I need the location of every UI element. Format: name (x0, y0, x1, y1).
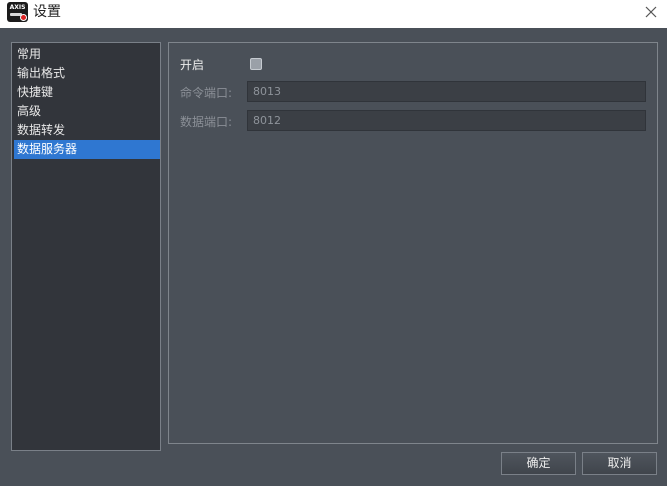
data-server-settings-panel: 开启 命令端口: 8013 数据端口: 8012 (168, 42, 658, 444)
cancel-button[interactable]: 取消 (582, 452, 657, 475)
data-port-input[interactable]: 8012 (247, 110, 646, 131)
command-port-label: 命令端口: (180, 86, 233, 100)
enable-label: 开启 (180, 58, 205, 72)
command-port-input[interactable]: 8013 (247, 81, 646, 102)
nav-item-general[interactable]: 常用 (14, 45, 160, 64)
nav-item-data-server[interactable]: 数据服务器 (14, 140, 160, 159)
nav-item-shortcuts[interactable]: 快捷键 (14, 83, 160, 102)
close-icon[interactable] (643, 4, 659, 20)
nav-item-data-forwarding[interactable]: 数据转发 (14, 121, 160, 140)
data-port-label: 数据端口: (180, 115, 233, 129)
settings-category-list: 常用 输出格式 快捷键 高级 数据转发 数据服务器 (11, 42, 161, 451)
title-bar: AXIS 设置 (0, 0, 667, 28)
ok-button[interactable]: 确定 (501, 452, 576, 475)
enable-checkbox[interactable] (250, 58, 262, 70)
nav-item-output-format[interactable]: 输出格式 (14, 64, 160, 83)
app-logo-icon: AXIS (7, 2, 28, 22)
nav-item-advanced[interactable]: 高级 (14, 102, 160, 121)
window-title: 设置 (33, 4, 61, 20)
